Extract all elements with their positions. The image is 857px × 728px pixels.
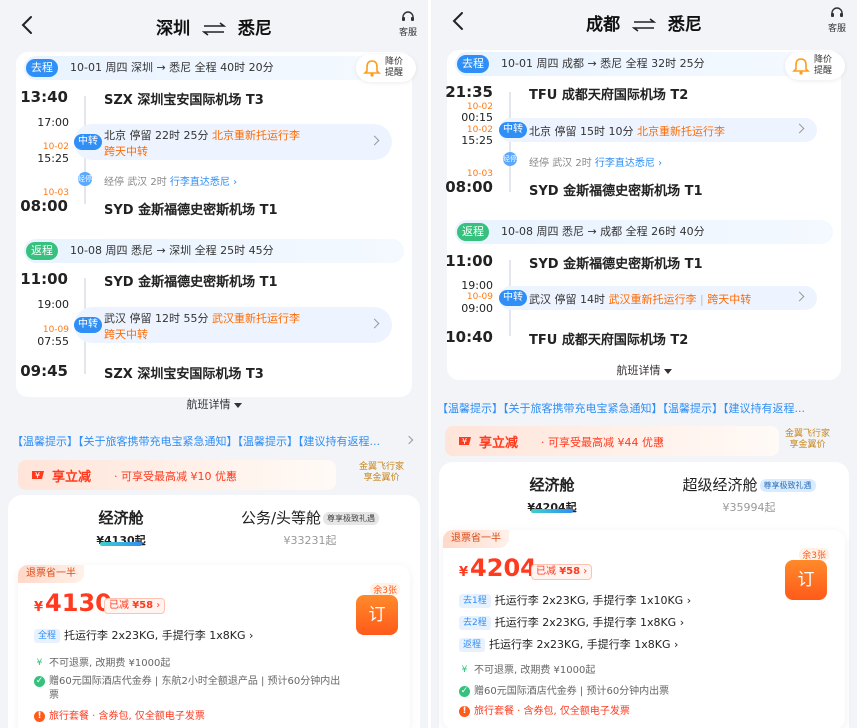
- flight-panel-shenzhen: 深圳 悉尼 客服 去程 10-01 周四 深圳 → 悉尼 全程 40时 20分 …: [0, 0, 428, 728]
- baggage-line-1[interactable]: 去1程 托运行李 2x23KG, 手提行李 1x10KG ›: [459, 592, 691, 608]
- flight-detail-toggle[interactable]: 航班详情: [0, 396, 428, 412]
- chevron-right-icon: [369, 135, 380, 146]
- price-alert-button[interactable]: 降价提醒: [785, 52, 845, 80]
- benefits-line: ✓ 赠60元国际酒店代金券 | 预计60分钟内出票: [459, 685, 670, 697]
- tab-business-first[interactable]: 公务/头等舱 尊享极致礼遇 ¥33231起: [230, 507, 390, 548]
- return-arr-airport: SZX 深圳宝安国际机场 T3: [104, 367, 264, 382]
- outbound-dep-time: 21:35: [445, 83, 493, 101]
- check-icon: ✓: [34, 675, 45, 687]
- route-title: 成都 悉尼: [431, 10, 857, 35]
- headset-icon: [402, 11, 414, 21]
- outbound-dep-airport: SZX 深圳宝安国际机场 T3: [104, 93, 264, 108]
- notice-banner[interactable]: 【温馨提示】【关于旅客携带充电宝紧急通知】【温馨提示】【建议持有返程...: [12, 433, 408, 449]
- return-dep-time: 11:00: [20, 270, 68, 288]
- itinerary-card[interactable]: 去程 10-01 周四 深圳 → 悉尼 全程 40时 20分 降价提醒 13:4…: [16, 52, 416, 397]
- warning-icon: !: [459, 705, 470, 717]
- fare-price: ¥4130: [34, 589, 112, 617]
- route-title: 深圳 悉尼: [0, 14, 428, 39]
- round-trip-arrows-icon: [632, 18, 656, 32]
- outbound-header: 去程 10-01 周四 深圳 → 悉尼 全程 40时 20分: [24, 56, 372, 80]
- bell-icon: [792, 58, 810, 75]
- flight-panel-chengdu: 成都 悉尼 客服 去程 10-01 周四 成都 → 悉尼 全程 32时 25分 …: [431, 0, 857, 728]
- headset-icon: [831, 7, 843, 17]
- outbound-tag: 去程: [26, 59, 58, 77]
- outbound-dep-time: 13:40: [20, 88, 68, 106]
- stopover-line[interactable]: 经停 武汉 2时 行李直达悉尼 ›: [104, 173, 237, 188]
- baggage-line-3[interactable]: 返程 托运行李 2x23KG, 手提行李 1x8KG ›: [459, 636, 678, 652]
- coupon-icon: ¥: [32, 471, 44, 480]
- outbound-arr-airport: SYD 金斯福德史密斯机场 T1: [104, 203, 278, 218]
- outbound-transfer-row[interactable]: 中转 北京 停留 22时 25分 北京重新托运行李 跨天中转: [74, 124, 392, 160]
- gold-member-badge[interactable]: 金翼飞行家 享金翼价: [785, 429, 830, 451]
- promo-banner[interactable]: ¥ 享立减 · 可享受最高减 ¥10 优惠 ›: [18, 460, 336, 490]
- caret-down-icon: [233, 402, 242, 408]
- yen-icon: ¥: [36, 657, 43, 668]
- return-transfer-row[interactable]: 中转 武汉 停留 12时 55分 武汉重新托运行李 跨天中转: [74, 307, 392, 343]
- itinerary-card[interactable]: 去程 10-01 周四 成都 → 悉尼 全程 32时 25分 降价提醒 21:3…: [445, 50, 845, 380]
- outbound-header: 去程 10-01 周四 成都 → 悉尼 全程 32时 25分: [455, 52, 801, 76]
- outbound-dep-airport: TFU 成都天府国际机场 T2: [529, 88, 689, 103]
- price-alert-button[interactable]: 降价提醒: [356, 54, 416, 82]
- transfer-tag: 中转: [74, 134, 102, 150]
- origin-city: 成都: [586, 15, 621, 35]
- refund-policy: ¥ 不可退票, 改期费 ¥1000起: [34, 654, 400, 670]
- chevron-right-icon: [794, 123, 805, 134]
- yen-icon: ¥: [461, 664, 468, 675]
- benefits-line: ✓ 赠60元国际酒店代金券 | 东航2小时全额退产品 | 预计60分钟内出: [34, 675, 341, 687]
- warning-icon: !: [34, 710, 45, 722]
- customer-service-button[interactable]: 客服: [396, 10, 420, 38]
- package-line: ! 旅行套餐 · 含券包, 仅全额电子发票: [34, 707, 400, 722]
- refund-policy: ¥ 不可退票, 改期费 ¥1000起: [459, 661, 835, 677]
- outbound-transfer-row[interactable]: 中转 北京 停留 15时 10分 北京重新托运行李: [499, 118, 817, 142]
- return-header: 返程 10-08 周四 悉尼 → 深圳 全程 25时 45分: [24, 239, 404, 263]
- chevron-right-icon: [794, 291, 805, 302]
- chevron-right-icon: [369, 318, 380, 329]
- caret-down-icon: [663, 368, 672, 374]
- svg-text:¥: ¥: [35, 471, 40, 480]
- outbound-arr-time: 08:00: [445, 178, 493, 196]
- fare-offer-card[interactable]: 退票省一半 ¥4204 已减 ¥58 › 余3张 订 去1程 托运行李 2x23K…: [443, 530, 845, 728]
- notice-banner[interactable]: 【温馨提示】【关于旅客携带充电宝紧急通知】【温馨提示】【建议持有返程...: [437, 400, 847, 416]
- round-trip-arrows-icon: [202, 22, 226, 36]
- promo-banner[interactable]: ¥ 享立减 · 可享受最高减 ¥44 优惠 ›: [445, 426, 779, 456]
- return-tag: 返程: [26, 242, 58, 260]
- outbound-arr-time: 08:00: [20, 197, 68, 215]
- discount-badge: 已减 ¥58 ›: [104, 598, 166, 614]
- destination-city: 悉尼: [667, 15, 702, 35]
- return-dep-airport: SYD 金斯福德史密斯机场 T1: [529, 257, 703, 272]
- flight-detail-toggle[interactable]: 航班详情: [431, 362, 857, 378]
- destination-city: 悉尼: [237, 19, 272, 39]
- return-transfer-row[interactable]: 中转 武汉 停留 14时 武汉重新托运行李 | 跨天中转: [499, 286, 817, 310]
- return-arr-time: 10:40: [445, 328, 493, 346]
- book-button[interactable]: 订: [356, 595, 398, 635]
- return-arr-time: 09:45: [20, 362, 68, 380]
- fare-offer-card[interactable]: 退票省一半 ¥4130 已减 ¥58 › 余3张 订 全程 托运行李 2x23KG…: [18, 565, 410, 728]
- svg-text:¥: ¥: [462, 437, 467, 446]
- book-button[interactable]: 订: [785, 560, 827, 600]
- bell-icon: [363, 60, 381, 77]
- coupon-icon: ¥: [459, 437, 471, 446]
- header: 深圳 悉尼 客服: [0, 0, 428, 50]
- baggage-line-2[interactable]: 去2程 托运行李 2x23KG, 手提行李 1x8KG ›: [459, 614, 684, 630]
- gold-member-badge[interactable]: 金翼飞行家 享金翼价: [359, 462, 404, 484]
- origin-city: 深圳: [156, 19, 191, 39]
- discount-badge: 已减 ¥58 ›: [531, 564, 593, 580]
- return-header: 返程 10-08 周四 悉尼 → 成都 全程 26时 40分: [455, 220, 833, 244]
- outbound-arr-airport: SYD 金斯福德史密斯机场 T1: [529, 184, 703, 199]
- package-line: ! 旅行套餐 · 含券包, 仅全额电子发票: [459, 702, 835, 717]
- customer-service-button[interactable]: 客服: [825, 6, 849, 34]
- stop-icon: 经停: [503, 152, 517, 166]
- fare-price: ¥4204: [459, 554, 537, 582]
- check-icon: ✓: [459, 685, 470, 697]
- header: 成都 悉尼 客服: [431, 0, 857, 50]
- stopover-line[interactable]: 经停 武汉 2时 行李直达悉尼 ›: [529, 154, 662, 169]
- stop-icon: 经停: [78, 172, 92, 186]
- return-dep-time: 11:00: [445, 252, 493, 270]
- return-arr-airport: TFU 成都天府国际机场 T2: [529, 333, 689, 348]
- baggage-line[interactable]: 全程 托运行李 2x23KG, 手提行李 1x8KG ›: [34, 627, 253, 643]
- refund-tag: 退票省一半: [18, 565, 84, 583]
- tab-premium-economy[interactable]: 超级经济舱 尊享极致礼遇 ¥35994起: [659, 474, 839, 515]
- return-dep-airport: SYD 金斯福德史密斯机场 T1: [104, 275, 278, 290]
